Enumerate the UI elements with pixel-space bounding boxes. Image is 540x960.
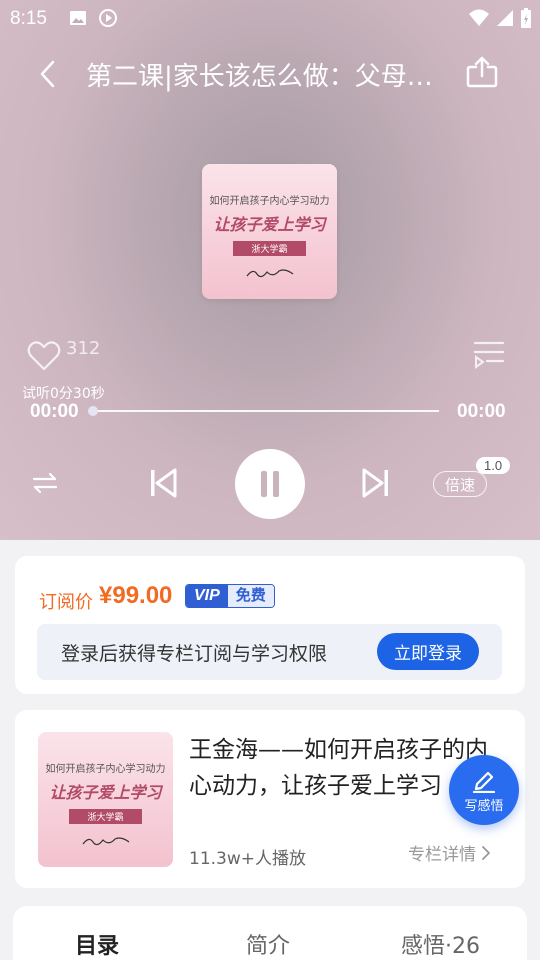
login-prompt-text: 登录后获得专栏订阅与学习权限 [61, 643, 328, 665]
share-icon [466, 56, 498, 88]
tab-catalog[interactable]: 目录 [75, 928, 119, 960]
status-icons-left [68, 8, 118, 32]
vip-free-text: 免费 [227, 585, 274, 607]
signature-icon [246, 269, 293, 278]
skip-previous-icon [151, 468, 177, 498]
course-cover: 如何开启孩子内心学习动力 让孩子爱上学习 浙大学霸 [38, 732, 173, 867]
battery-icon [520, 7, 532, 33]
image-icon [68, 8, 88, 32]
share-button[interactable] [462, 52, 502, 92]
course-cover-tag: 浙大学霸 [69, 809, 142, 824]
login-prompt-box: 登录后获得专栏订阅与学习权限 立即登录 [37, 624, 502, 680]
loop-mode-button[interactable] [30, 468, 60, 498]
progress-thumb[interactable] [88, 406, 98, 416]
vip-text: VIP [186, 585, 228, 607]
current-time: 00:00 [30, 401, 79, 422]
play-count: 11.3w+人播放 [189, 849, 306, 869]
tabs-bar: 目录 简介 感悟·26 [13, 906, 527, 960]
repeat-icon [32, 472, 58, 494]
like-count: 312 [66, 338, 101, 359]
tab-notes[interactable]: 感悟·26 [401, 928, 480, 960]
like-button[interactable] [26, 338, 62, 374]
login-button[interactable]: 立即登录 [377, 633, 479, 670]
vip-free-badge: VIP 免费 [185, 584, 275, 608]
chevron-left-icon [40, 60, 55, 88]
price-card: 订阅价 ¥99.00 VIP 免费 登录后获得专栏订阅与学习权限 立即登录 [15, 556, 525, 694]
status-bar: 8:15 [0, 0, 540, 38]
tab-intro[interactable]: 简介 [246, 928, 290, 960]
total-time: 00:00 [457, 401, 506, 422]
trial-label: 试听0分30秒 [22, 386, 105, 402]
top-nav: 第二课|家长该怎么做：父母… [0, 48, 540, 98]
speed-value-badge: 1.0 [476, 457, 511, 474]
skip-next-icon [362, 468, 388, 498]
page-title: 第二课|家长该怎么做：父母… [86, 62, 433, 92]
previous-button[interactable] [145, 464, 181, 502]
cover-tag: 浙大学霸 [233, 241, 306, 256]
price-label: 订阅价 [39, 592, 93, 613]
playlist-button[interactable] [472, 340, 506, 370]
progress-bar[interactable] [93, 410, 439, 412]
chevron-right-icon [482, 845, 490, 860]
pause-icon [261, 471, 279, 497]
write-note-label: 写感悟 [464, 798, 504, 814]
pause-button[interactable] [235, 449, 305, 519]
write-note-button[interactable]: 写感悟 [449, 755, 519, 825]
pencil-icon [472, 771, 496, 793]
price-value: ¥99.00 [99, 582, 173, 609]
signal-icon [496, 8, 514, 32]
status-icons-right [468, 7, 532, 33]
column-detail-label: 专栏详情 [408, 845, 476, 865]
back-button[interactable] [30, 56, 66, 92]
signature-icon [82, 837, 129, 846]
player-section: 8:15 第二课|家长该怎么做：父母… 如何开启孩子内心学习动力 让孩子爱上学习… [0, 0, 540, 540]
wifi-icon [468, 8, 490, 32]
cover-subtitle: 如何开启孩子内心学习动力 [209, 196, 330, 207]
column-detail-link[interactable]: 专栏详情 [408, 840, 492, 865]
course-card[interactable]: 如何开启孩子内心学习动力 让孩子爱上学习 浙大学霸 王金海——如何开启孩子的内心… [15, 710, 525, 888]
next-button[interactable] [358, 464, 394, 502]
speed-button[interactable]: 倍速 [433, 471, 487, 497]
playlist-icon [473, 341, 505, 369]
album-cover: 如何开启孩子内心学习动力 让孩子爱上学习 浙大学霸 [202, 164, 337, 299]
play-circle-icon [98, 8, 118, 32]
heart-icon [27, 341, 61, 371]
status-time: 8:15 [10, 8, 47, 29]
cover-title: 让孩子爱上学习 [213, 215, 326, 234]
course-cover-subtitle: 如何开启孩子内心学习动力 [45, 764, 166, 775]
course-cover-title: 让孩子爱上学习 [49, 783, 162, 802]
